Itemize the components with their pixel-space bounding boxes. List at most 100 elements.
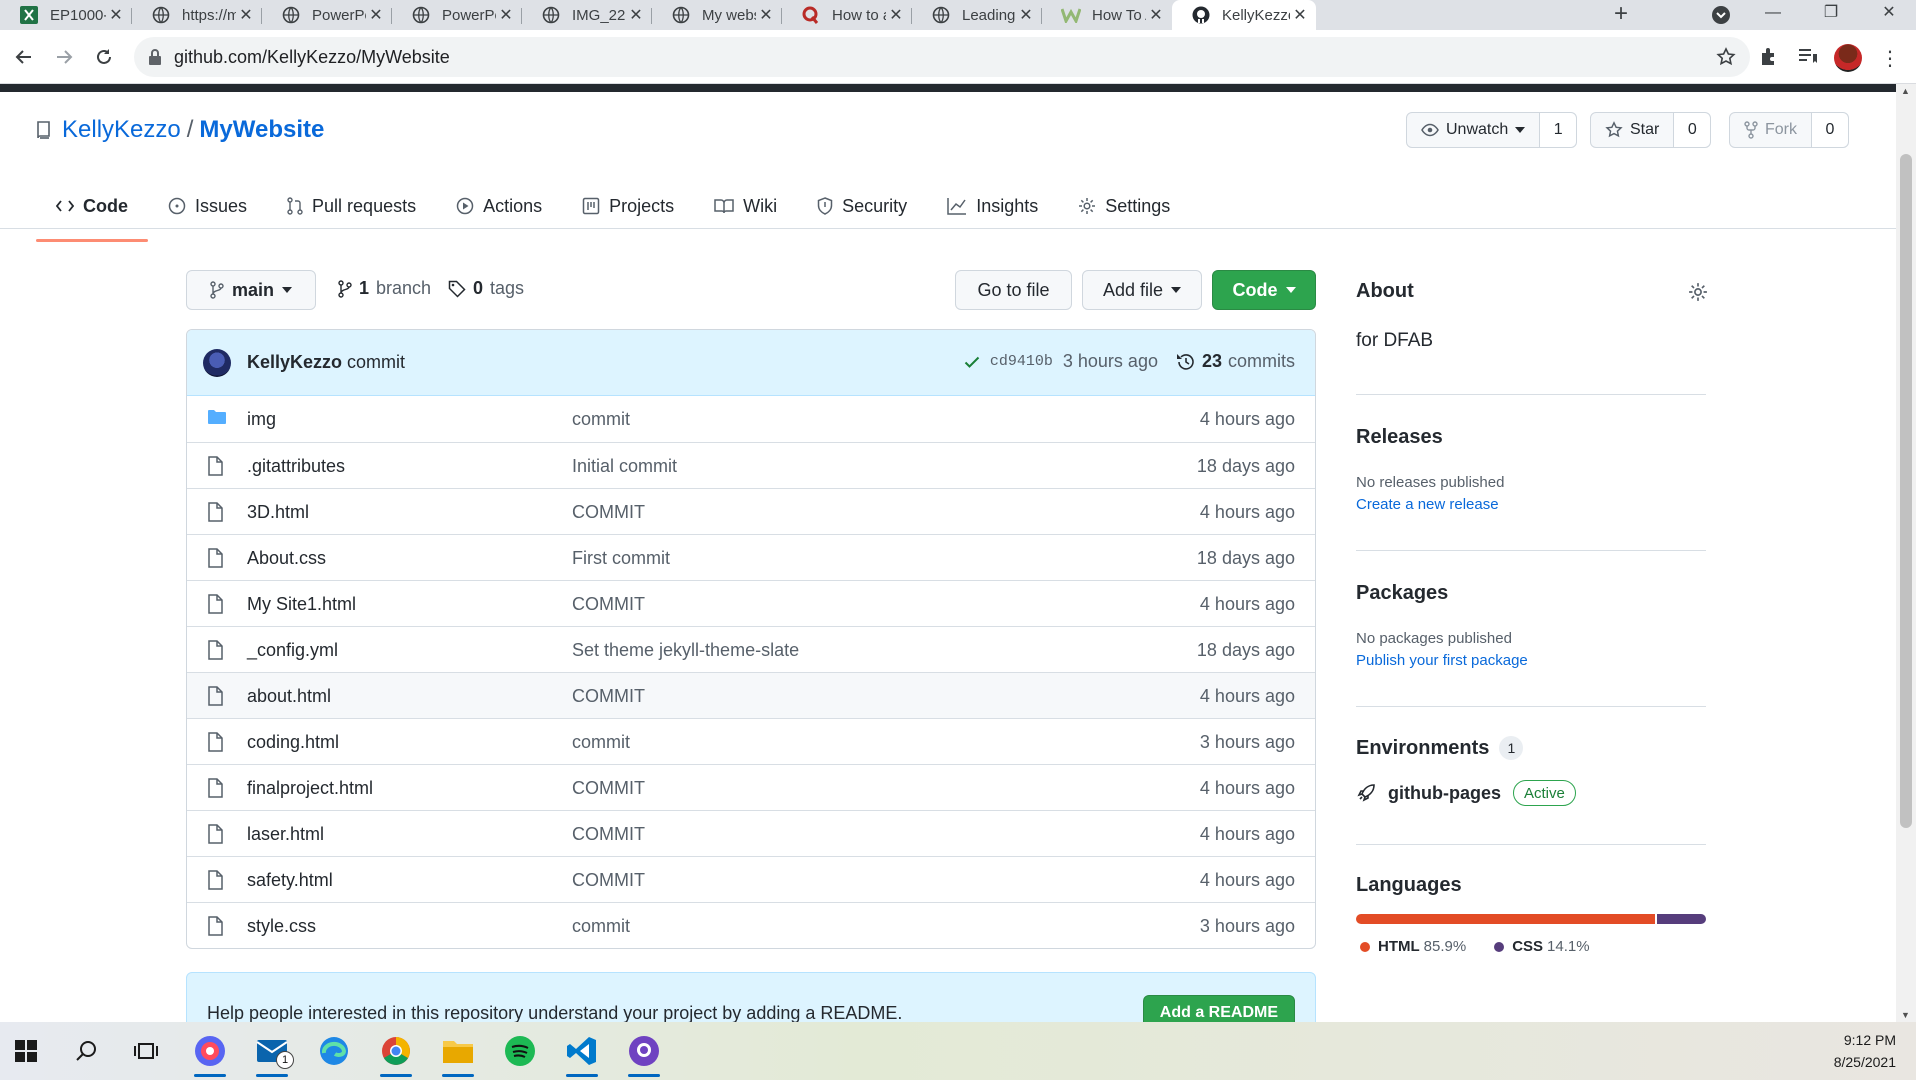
- file-row[interactable]: about.html COMMIT 4 hours ago: [187, 672, 1315, 718]
- tab-settings[interactable]: Settings: [1058, 184, 1190, 228]
- repo-owner-link[interactable]: KellyKezzo: [62, 116, 181, 144]
- taskbar-mail[interactable]: 1: [250, 1031, 294, 1077]
- code-dropdown-button[interactable]: Code: [1212, 270, 1316, 310]
- close-tab-icon[interactable]: ✕: [1016, 5, 1036, 25]
- tab-insights[interactable]: Insights: [927, 184, 1058, 228]
- file-name-link[interactable]: laser.html: [247, 824, 324, 845]
- close-tab-icon[interactable]: ✕: [1146, 5, 1166, 25]
- browser-tab[interactable]: PowerPoint✕: [262, 0, 392, 30]
- star-button[interactable]: Star: [1591, 113, 1675, 147]
- browser-tab[interactable]: EP1000-AY2✕: [0, 0, 132, 30]
- file-commit-message[interactable]: COMMIT: [572, 778, 645, 799]
- close-tab-icon[interactable]: ✕: [366, 5, 386, 25]
- create-release-link[interactable]: Create a new release: [1356, 496, 1499, 513]
- file-name-link[interactable]: finalproject.html: [247, 778, 373, 799]
- gear-icon[interactable]: [1688, 282, 1708, 302]
- forks-count[interactable]: 0: [1812, 113, 1848, 147]
- tab-issues[interactable]: Issues: [148, 184, 267, 228]
- commits-history-link[interactable]: 23 commits: [1176, 351, 1295, 372]
- close-tab-icon[interactable]: ✕: [626, 5, 646, 25]
- packages-heading[interactable]: Packages: [1356, 582, 1448, 605]
- browser-tab[interactable]: PowerPoint✕: [392, 0, 522, 30]
- tab-code[interactable]: Code: [36, 184, 148, 242]
- close-tab-icon[interactable]: ✕: [756, 5, 776, 25]
- close-tab-icon[interactable]: ✕: [106, 5, 126, 25]
- task-view-button[interactable]: [124, 1031, 168, 1071]
- tags-link[interactable]: 0 tags: [448, 278, 524, 299]
- browser-tab[interactable]: https://mar✕: [132, 0, 262, 30]
- forward-button[interactable]: [50, 43, 78, 71]
- taskbar-vscode[interactable]: [560, 1031, 604, 1077]
- close-tab-icon[interactable]: ✕: [496, 5, 516, 25]
- file-row[interactable]: About.css First commit 18 days ago: [187, 534, 1315, 580]
- file-row[interactable]: laser.html COMMIT 4 hours ago: [187, 810, 1315, 856]
- restore-button[interactable]: ❐: [1808, 0, 1854, 30]
- browser-tab[interactable]: How To Alig✕: [1042, 0, 1172, 30]
- tab-projects[interactable]: Projects: [562, 184, 694, 228]
- file-commit-message[interactable]: commit: [572, 409, 630, 430]
- file-name-link[interactable]: About.css: [247, 548, 326, 569]
- file-commit-message[interactable]: Initial commit: [572, 456, 677, 477]
- extensions-puzzle-icon[interactable]: [1758, 45, 1780, 67]
- scroll-up-arrow[interactable]: ▲: [1901, 86, 1910, 96]
- language-item[interactable]: CSS 14.1%: [1494, 938, 1590, 955]
- file-row[interactable]: My Site1.html COMMIT 4 hours ago: [187, 580, 1315, 626]
- file-name-link[interactable]: about.html: [247, 686, 331, 707]
- environments-heading[interactable]: Environments: [1356, 737, 1489, 760]
- file-commit-message[interactable]: Set theme jekyll-theme-slate: [572, 640, 799, 661]
- taskbar-github-desktop[interactable]: [622, 1031, 666, 1077]
- environment-name[interactable]: github-pages: [1388, 783, 1501, 804]
- stars-count[interactable]: 0: [1674, 113, 1711, 147]
- add-readme-button[interactable]: Add a README: [1142, 995, 1295, 1022]
- taskbar-spotify[interactable]: [498, 1031, 542, 1071]
- tab-actions[interactable]: Actions: [436, 184, 562, 228]
- commit-time[interactable]: 3 hours ago: [1063, 351, 1158, 372]
- branch-select-button[interactable]: main: [186, 270, 316, 310]
- taskbar-search-button[interactable]: [64, 1031, 108, 1071]
- tab-wiki[interactable]: Wiki: [694, 184, 797, 228]
- tab-pull-requests[interactable]: Pull requests: [267, 184, 436, 228]
- browser-menu-icon[interactable]: ⋮: [1880, 46, 1900, 71]
- file-commit-message[interactable]: First commit: [572, 548, 670, 569]
- releases-heading[interactable]: Releases: [1356, 426, 1443, 449]
- file-commit-message[interactable]: commit: [572, 732, 630, 753]
- file-commit-message[interactable]: COMMIT: [572, 502, 645, 523]
- file-row[interactable]: safety.html COMMIT 4 hours ago: [187, 856, 1315, 902]
- add-file-button[interactable]: Add file: [1082, 270, 1202, 310]
- file-name-link[interactable]: safety.html: [247, 870, 333, 891]
- language-item[interactable]: HTML 85.9%: [1360, 938, 1466, 955]
- back-button[interactable]: [10, 43, 38, 71]
- file-commit-message[interactable]: COMMIT: [572, 870, 645, 891]
- fork-button[interactable]: Fork: [1730, 113, 1812, 147]
- browser-tab[interactable]: My website✕: [652, 0, 782, 30]
- file-row[interactable]: _config.yml Set theme jekyll-theme-slate 1…: [187, 626, 1315, 672]
- branches-link[interactable]: 1 branch: [338, 278, 431, 299]
- browser-tab[interactable]: IMG_2292.jp✕: [522, 0, 652, 30]
- browser-tab[interactable]: How to add✕: [782, 0, 912, 30]
- close-window-button[interactable]: ✕: [1866, 0, 1912, 30]
- file-commit-message[interactable]: commit: [572, 916, 630, 937]
- file-name-link[interactable]: img: [247, 409, 276, 430]
- file-commit-message[interactable]: COMMIT: [572, 686, 645, 707]
- file-name-link[interactable]: coding.html: [247, 732, 339, 753]
- file-row[interactable]: .gitattributes Initial commit 18 days ago: [187, 442, 1315, 488]
- reading-list-icon[interactable]: [1796, 45, 1818, 67]
- commit-sha[interactable]: cd9410b: [990, 353, 1053, 370]
- file-name-link[interactable]: _config.yml: [247, 640, 338, 661]
- file-name-link[interactable]: 3D.html: [247, 502, 309, 523]
- browser-tab[interactable]: Leading Pro✕: [912, 0, 1042, 30]
- file-row[interactable]: coding.html commit 3 hours ago: [187, 718, 1315, 764]
- address-bar[interactable]: github.com/KellyKezzo/MyWebsite: [134, 37, 1750, 77]
- close-tab-icon[interactable]: ✕: [1290, 5, 1310, 25]
- taskbar-file-explorer[interactable]: [436, 1031, 480, 1077]
- file-row[interactable]: 3D.html COMMIT 4 hours ago: [187, 488, 1315, 534]
- profile-avatar[interactable]: [1834, 44, 1862, 72]
- system-clock[interactable]: 9:12 PM 8/25/2021: [1834, 1029, 1896, 1073]
- new-tab-button[interactable]: +: [1606, 0, 1636, 30]
- file-row[interactable]: img commit 4 hours ago: [187, 396, 1315, 442]
- file-name-link[interactable]: My Site1.html: [247, 594, 356, 615]
- publish-package-link[interactable]: Publish your first package: [1356, 652, 1528, 669]
- author-avatar[interactable]: [203, 349, 231, 377]
- taskbar-edge[interactable]: [312, 1031, 356, 1071]
- file-commit-message[interactable]: COMMIT: [572, 824, 645, 845]
